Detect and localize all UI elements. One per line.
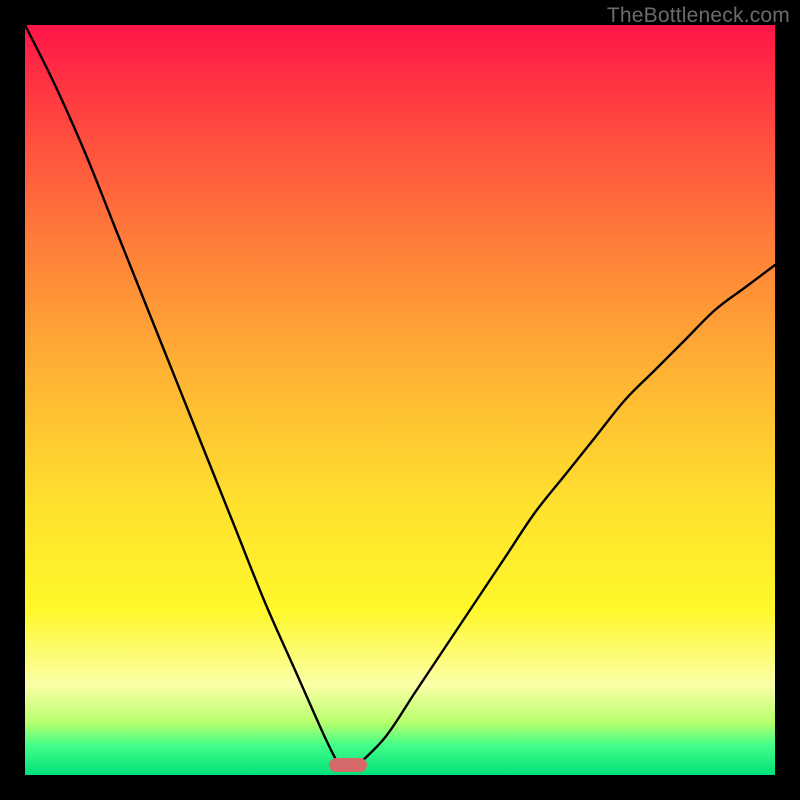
chart-curve-svg [25, 25, 775, 775]
chart-plot-area [25, 25, 775, 775]
curve-right-branch [355, 265, 775, 768]
curve-left-branch [25, 25, 340, 768]
bottleneck-marker [329, 758, 367, 772]
watermark-text: TheBottleneck.com [607, 4, 790, 28]
